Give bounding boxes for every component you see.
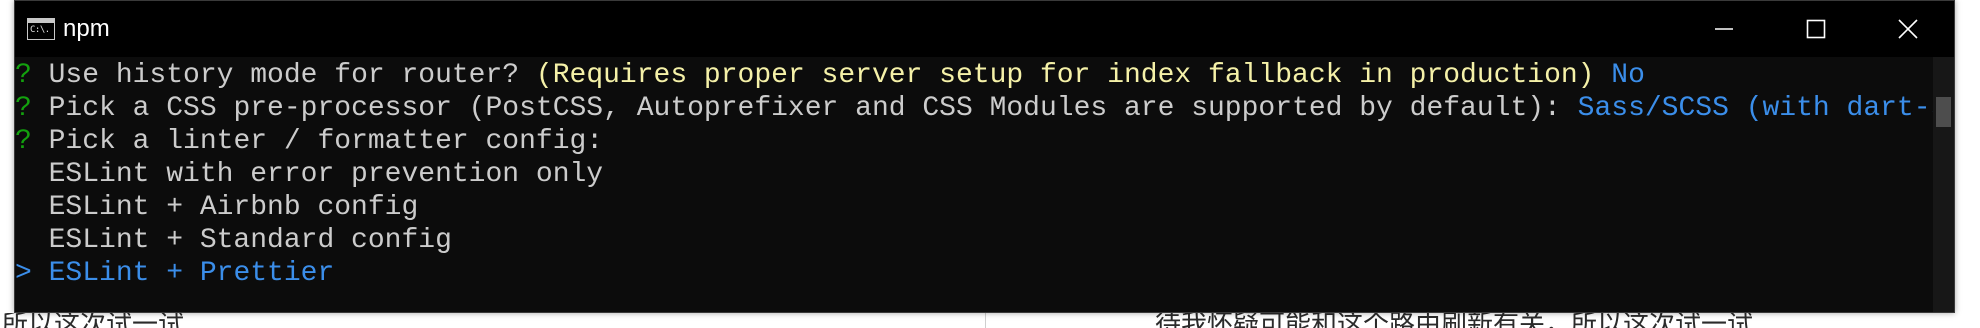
console-line-css-preprocessor: ? Pick a CSS pre-processor (PostCSS, Aut… <box>15 92 1935 125</box>
prompt-mark: ? <box>15 93 32 124</box>
answer-text: Sass/SCSS (with dart-sass) <box>1577 93 1935 124</box>
prompt-mark: ? <box>15 126 32 157</box>
background-text-right: 待我怀疑可能和这个路由刷新有关，所以这次试一试 <box>1155 313 1754 328</box>
console-app-icon-label: C:\. <box>30 25 50 35</box>
question-text: Pick a CSS pre-processor (PostCSS, Autop… <box>31 93 1578 124</box>
window-controls <box>1678 1 1954 57</box>
console-window[interactable]: C:\. npm ? Use history mode for router? … <box>14 0 1955 313</box>
linter-option[interactable]: ESLint + Standard config <box>15 224 452 257</box>
console-line-router: ? Use history mode for router? (Requires… <box>15 59 1645 92</box>
linter-option[interactable]: ESLint + Airbnb config <box>15 191 419 224</box>
window-title: npm <box>63 15 110 42</box>
question-text: Use history mode for router? <box>31 60 536 91</box>
console-scrollbar[interactable] <box>1933 57 1954 312</box>
background-document-bottom: 所以这次试一试 待我怀疑可能和这个路由刷新有关，所以这次试一试 <box>0 313 1980 328</box>
linter-option-selected[interactable]: > ESLint + Prettier <box>15 257 334 290</box>
maximize-button[interactable] <box>1770 1 1862 57</box>
console-output[interactable]: ? Use history mode for router? (Requires… <box>15 57 1935 312</box>
console-app-icon[interactable]: C:\. <box>27 18 55 40</box>
maximize-icon <box>1806 19 1826 39</box>
minimize-icon <box>1715 28 1733 30</box>
console-line-linter: ? Pick a linter / formatter config: <box>15 125 603 158</box>
minimize-button[interactable] <box>1678 1 1770 57</box>
title-bar[interactable]: C:\. npm <box>15 1 1954 57</box>
scrollbar-thumb[interactable] <box>1936 97 1951 127</box>
close-button[interactable] <box>1862 1 1954 57</box>
selection-cursor-icon: > <box>15 258 32 289</box>
desktop-screen: 所以这次试一试 待我怀疑可能和这个路由刷新有关，所以这次试一试 C:\. npm <box>0 0 1980 328</box>
background-divider <box>985 313 986 328</box>
question-text: Pick a linter / formatter config: <box>31 126 604 157</box>
close-icon <box>1898 19 1918 39</box>
hint-text: (Requires proper server setup for index … <box>535 60 1595 91</box>
background-document-left-edge <box>0 0 14 328</box>
background-document-right-edge <box>1953 0 1980 328</box>
prompt-mark: ? <box>15 60 32 91</box>
selected-option-label: ESLint + Prettier <box>31 258 335 289</box>
linter-option[interactable]: ESLint with error prevention only <box>15 158 604 191</box>
answer-text: No <box>1594 60 1645 91</box>
background-text-left: 所以这次试一试 <box>2 313 185 328</box>
